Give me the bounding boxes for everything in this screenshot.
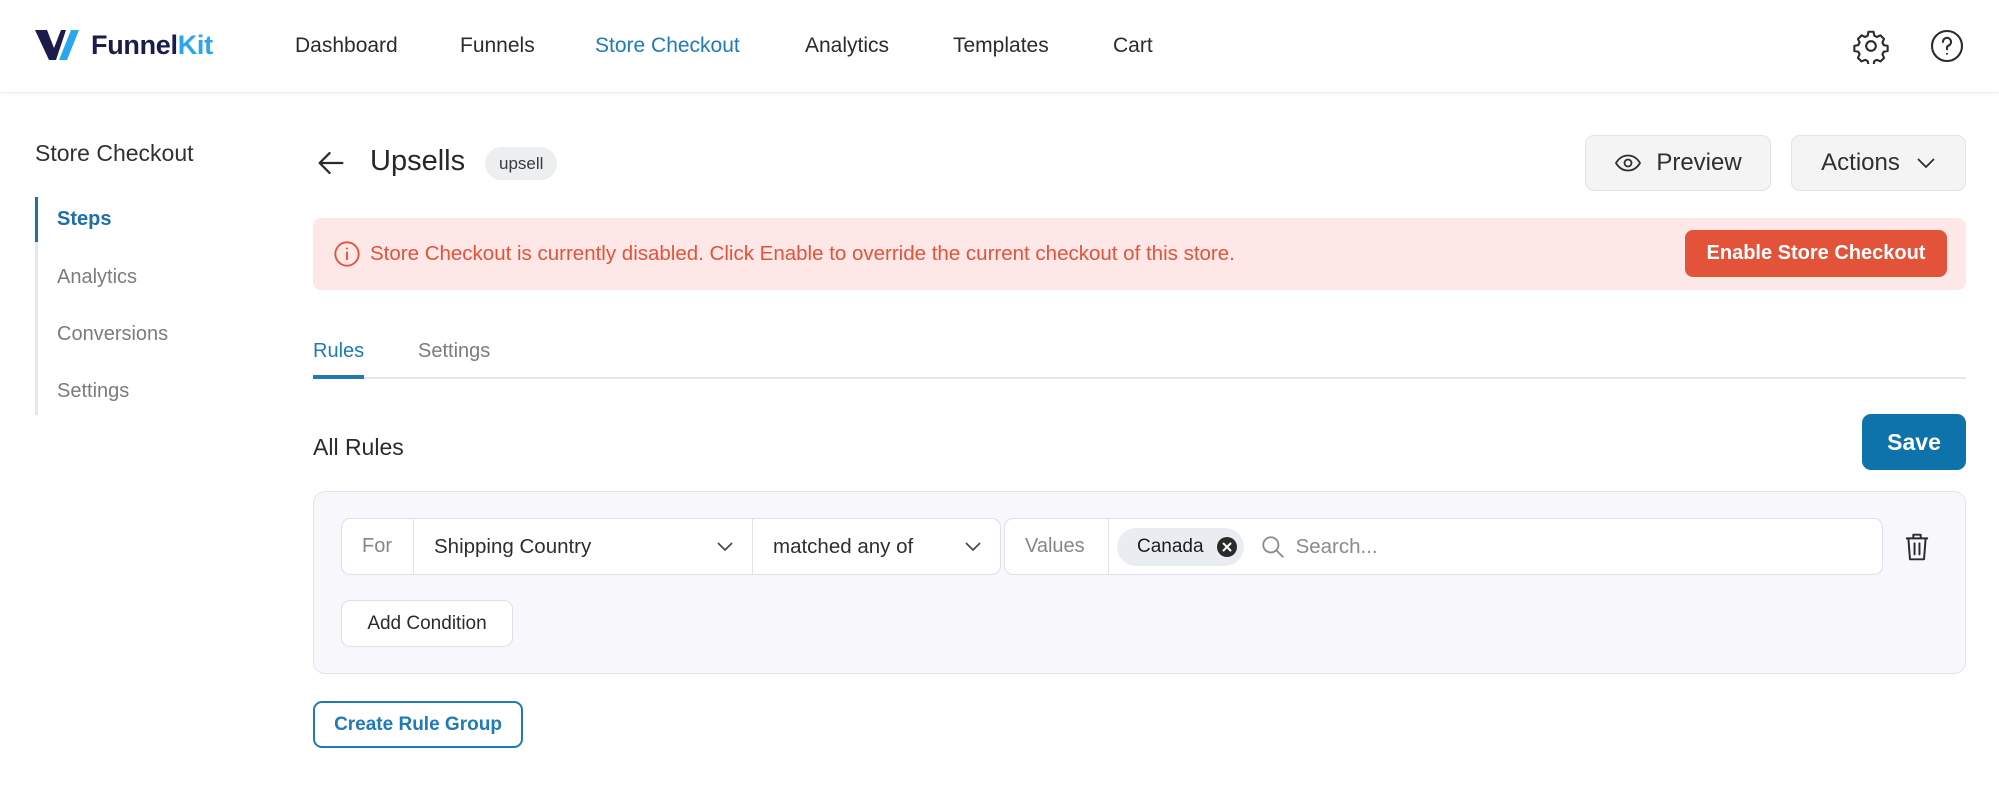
nav-funnels[interactable]: Funnels [460,34,535,58]
add-condition-button[interactable]: Add Condition [341,600,513,647]
condition-values-group: Values Canada [1004,518,1883,575]
condition-field-group: For Shipping Country matched any of [341,518,1001,575]
top-header: FunnelKit Dashboard Funnels Store Checko… [0,0,1999,93]
nav-dashboard[interactable]: Dashboard [295,34,398,58]
operator-select[interactable]: matched any of [753,519,1000,574]
sidebar-item-conversions[interactable]: Conversions [57,323,168,346]
enable-store-checkout-button[interactable]: Enable Store Checkout [1685,230,1947,277]
sidebar-title: Store Checkout [35,140,194,166]
tab-settings[interactable]: Settings [418,340,490,375]
brand-name-part1: Funnel [91,29,178,60]
search-icon [1261,535,1284,558]
for-label: For [342,519,414,574]
field-select-value: Shipping Country [434,534,592,558]
nav-analytics[interactable]: Analytics [805,34,889,58]
sidebar-item-analytics[interactable]: Analytics [57,266,137,289]
save-button[interactable]: Save [1862,414,1966,470]
brand-name-part2: Kit [177,29,213,60]
funnelkit-logo-icon [35,30,79,60]
field-select[interactable]: Shipping Country [414,519,753,574]
sidebar-item-settings[interactable]: Settings [57,380,129,403]
brand-name: FunnelKit [91,30,213,61]
value-chip-label: Canada [1137,535,1204,557]
eye-icon [1615,154,1642,172]
nav-store-checkout[interactable]: Store Checkout [595,34,740,58]
nav-cart[interactable]: Cart [1113,34,1153,58]
sidebar-active-indicator [35,197,38,242]
chevron-down-icon [717,542,733,552]
sidebar-item-steps[interactable]: Steps [57,208,111,231]
preview-button[interactable]: Preview [1585,135,1771,191]
page-title: Upsells [370,145,466,177]
operator-select-value: matched any of [773,534,914,558]
tab-rules[interactable]: Rules [313,340,365,379]
all-rules-heading: All Rules [313,434,404,460]
back-arrow-icon[interactable] [314,146,348,180]
remove-chip-icon[interactable] [1216,536,1238,558]
create-rule-group-button[interactable]: Create Rule Group [313,701,523,748]
help-icon[interactable] [1929,28,1965,64]
step-type-badge: upsell [485,147,558,180]
funnelkit-logo[interactable]: FunnelKit [35,28,213,62]
values-multiselect[interactable]: Canada [1109,519,1882,574]
gear-icon[interactable] [1853,28,1889,64]
sidebar-rail [35,197,38,415]
values-search-input[interactable] [1295,534,1796,559]
info-icon [334,241,360,267]
chevron-down-icon [1917,158,1935,169]
trash-icon[interactable] [1902,531,1932,563]
actions-label: Actions [1821,149,1900,176]
actions-dropdown[interactable]: Actions [1791,135,1966,191]
values-label: Values [1005,519,1109,574]
preview-label: Preview [1656,149,1742,176]
chevron-down-icon [965,542,981,552]
alert-message: Store Checkout is currently disabled. Cl… [370,242,1235,265]
checkout-disabled-alert: Store Checkout is currently disabled. Cl… [313,218,1966,290]
nav-templates[interactable]: Templates [953,34,1049,58]
value-chip: Canada [1117,527,1244,566]
rule-group: For Shipping Country matched any of Valu… [313,491,1966,674]
tab-bar: Rules Settings [313,336,1966,379]
